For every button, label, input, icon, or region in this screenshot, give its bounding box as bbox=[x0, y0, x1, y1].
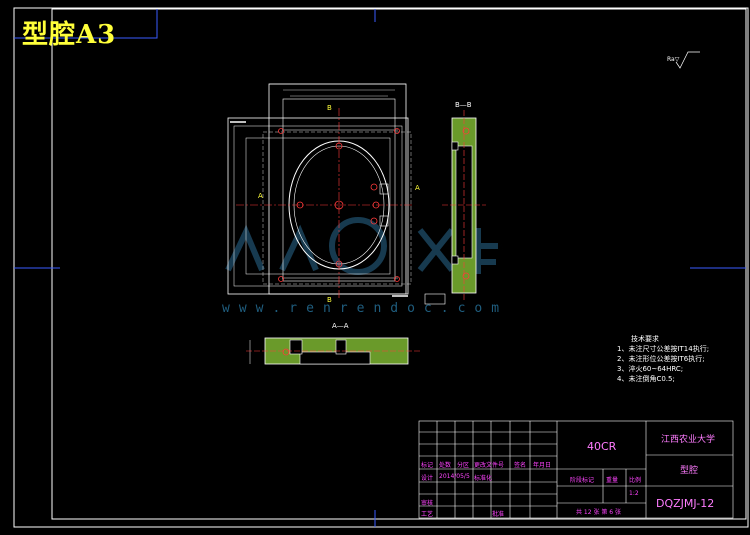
process-label: 工艺 bbox=[421, 511, 434, 518]
weight-label: 重量 bbox=[606, 477, 619, 484]
plan-view bbox=[227, 83, 412, 298]
watermark-logo-text: 人人文库 bbox=[470, 240, 506, 253]
watermark-url: www.renrendoc.com bbox=[222, 301, 509, 316]
school-name: 江西农业大学 bbox=[661, 435, 716, 445]
sheet-info: 共 12 张 第 6 张 bbox=[576, 509, 621, 516]
stage-label: 阶段标记 bbox=[570, 477, 595, 484]
date-hint: 2014/05/5 bbox=[439, 473, 470, 480]
roughness-icon bbox=[675, 51, 700, 69]
note-item: 4、未注倒角C0.5; bbox=[617, 375, 675, 383]
notes-heading: 技术要求 bbox=[631, 335, 659, 343]
review-label: 审核 bbox=[421, 500, 434, 507]
note-item: 1、未注尺寸公差按IT14执行; bbox=[617, 345, 710, 353]
row-label: 分区 bbox=[457, 462, 470, 469]
row-label: 标记 bbox=[421, 462, 434, 469]
drawing-number: DQZJMJ-12 bbox=[656, 497, 715, 510]
cut-label-a-left: A bbox=[258, 192, 263, 200]
part-name: 型腔 bbox=[680, 466, 699, 476]
technical-requirements: 技术要求 1、未注尺寸公差按IT14执行; 2、未注形位公差按IT6执行; 3、… bbox=[617, 334, 709, 384]
designer-label: 设计 bbox=[421, 475, 434, 482]
inner-frame bbox=[51, 8, 747, 520]
note-item: 2、未注形位公差按IT6执行; bbox=[617, 355, 705, 363]
section-bb-label: B—B bbox=[455, 101, 472, 109]
cut-label-b-top: B bbox=[327, 104, 332, 112]
row-label: 更改文件号 bbox=[474, 462, 505, 469]
cut-label-b-bottom: B bbox=[327, 296, 332, 304]
section-aa-view bbox=[246, 337, 420, 365]
section-aa-label: A—A bbox=[332, 322, 349, 330]
scale-value: 1:2 bbox=[629, 490, 639, 497]
material: 40CR bbox=[587, 440, 617, 453]
row-label: 处数 bbox=[439, 462, 452, 469]
section-bb-view bbox=[424, 110, 486, 305]
note-item: 3、淬火60~64HRC; bbox=[617, 365, 684, 373]
row-label: 签名 bbox=[514, 462, 527, 469]
scale-label: 比例 bbox=[629, 477, 642, 484]
engineering-drawing bbox=[13, 7, 749, 528]
row-label: 年月日 bbox=[533, 462, 552, 469]
sheet-tag: 型腔A3 bbox=[22, 20, 117, 50]
standard-label: 标准化 bbox=[474, 475, 493, 482]
roughness-note: Ra▽ bbox=[667, 56, 680, 63]
approve-label: 批准 bbox=[492, 511, 505, 518]
outer-frame bbox=[13, 7, 749, 528]
cut-label-a-right: A bbox=[415, 184, 420, 192]
